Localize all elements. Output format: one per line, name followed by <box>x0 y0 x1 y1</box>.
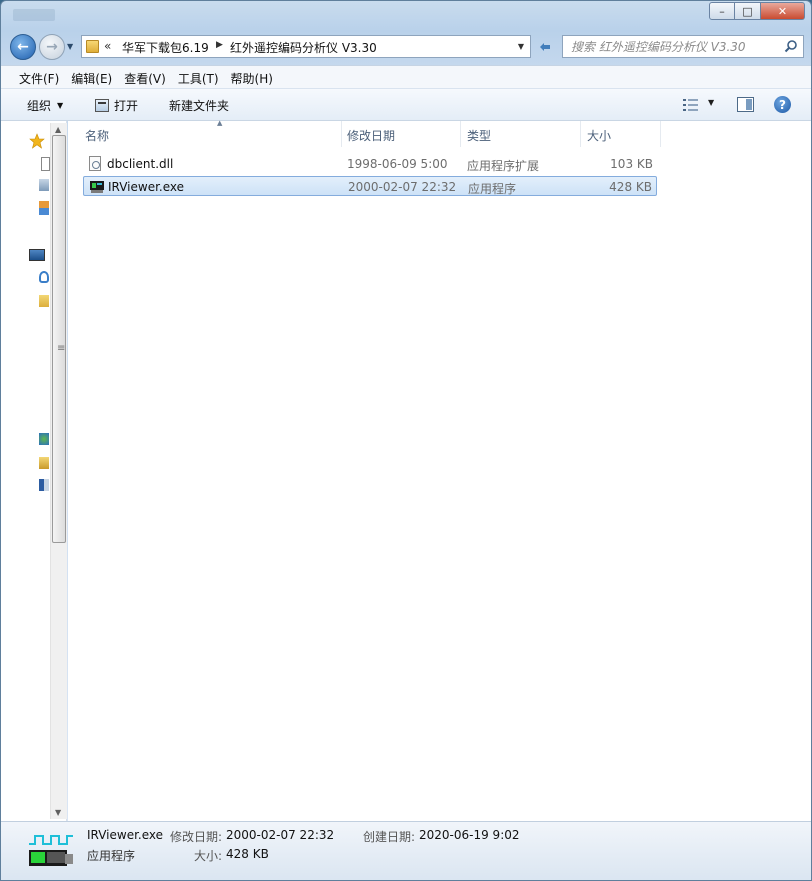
folder-icon[interactable] <box>39 457 49 469</box>
column-name-label: 名称 <box>85 129 110 143</box>
created-date-value: 2020-06-19 9:02 <box>419 828 520 842</box>
menu-help[interactable]: 帮助(H) <box>225 66 279 88</box>
selected-file-type: 应用程序 <box>87 849 136 863</box>
column-headers: 名称 ▲ 修改日期 类型 大小 <box>68 119 811 147</box>
breadcrumb-overflow[interactable]: « <box>104 39 111 53</box>
column-header-date[interactable]: 修改日期 <box>341 121 461 147</box>
back-button[interactable]: ← <box>10 34 36 60</box>
menu-edit[interactable]: 编辑(E) <box>65 66 118 88</box>
command-bar: 组织 ▼ 打开 新建文件夹 ▼ ? <box>1 89 811 121</box>
search-icon[interactable] <box>784 39 798 53</box>
refresh-button[interactable] <box>533 35 557 58</box>
window-controls: – □ ✕ <box>709 2 805 20</box>
scroll-down-icon[interactable]: ▼ <box>55 808 61 817</box>
modified-date-label: 修改日期: <box>170 830 223 844</box>
preview-pane-icon[interactable] <box>737 97 754 112</box>
scroll-grip-icon: ≡ <box>57 343 66 354</box>
minimize-button[interactable]: – <box>709 2 735 20</box>
file-size: 428 KB <box>609 180 652 194</box>
organize-label: 组织 <box>27 99 52 113</box>
navigation-scrollbar[interactable]: ▲ ≡ ▼ <box>50 123 67 819</box>
views-dropdown-icon[interactable]: ▼ <box>708 98 714 107</box>
file-size: 103 KB <box>610 157 653 171</box>
scroll-up-icon[interactable]: ▲ <box>55 125 61 134</box>
homegroup-icon[interactable] <box>39 433 49 445</box>
search-box[interactable] <box>562 35 804 58</box>
organize-button[interactable]: 组织 ▼ <box>27 97 63 114</box>
cloud-drive-icon[interactable] <box>39 271 49 283</box>
maximize-button[interactable]: □ <box>735 2 761 20</box>
help-icon[interactable]: ? <box>774 96 791 113</box>
file-type: 应用程序扩展 <box>467 159 540 173</box>
modified-date-value: 2000-02-07 22:32 <box>226 828 335 842</box>
selected-file-name: IRViewer.exe <box>87 828 164 842</box>
file-row[interactable]: dbclient.dll 1998-06-09 5:00 应用程序扩展 103 … <box>83 154 657 174</box>
new-folder-button[interactable]: 新建文件夹 <box>169 97 229 114</box>
scroll-thumb[interactable]: ≡ <box>52 135 66 543</box>
library-icon[interactable] <box>39 295 49 307</box>
address-dropdown-icon[interactable]: ▼ <box>518 42 524 51</box>
address-row: ← → ▼ « 华军下载包6.19 ▶ 红外遥控编码分析仪 V3.30 ▼ <box>1 31 811 63</box>
file-list[interactable]: 名称 ▲ 修改日期 类型 大小 dbclient.dll 1998-06-09 … <box>68 119 811 821</box>
close-button[interactable]: ✕ <box>761 2 805 20</box>
refresh-icon <box>540 42 550 51</box>
size-value: 428 KB <box>226 847 269 861</box>
file-row-selected[interactable]: IRViewer.exe 2000-02-07 22:32 应用程序 428 K… <box>83 176 657 196</box>
network-icon[interactable] <box>39 479 49 491</box>
window-title-placeholder <box>13 9 55 21</box>
favorites-star-icon[interactable] <box>29 133 45 149</box>
desktop-icon[interactable] <box>41 157 50 171</box>
recent-pages-dropdown[interactable]: ▼ <box>67 42 73 51</box>
breadcrumb-item[interactable]: 华军下载包6.19 <box>122 39 209 56</box>
created-date-label: 创建日期: <box>363 830 416 844</box>
size-label: 大小: <box>194 849 223 863</box>
downloads-icon[interactable] <box>39 179 49 191</box>
title-bar[interactable]: – □ ✕ <box>1 1 811 29</box>
forward-button[interactable]: → <box>39 34 65 60</box>
menu-bar: 文件(F) 编辑(E) 查看(V) 工具(T) 帮助(H) <box>1 65 811 89</box>
menu-tools[interactable]: 工具(T) <box>172 66 225 88</box>
menu-view[interactable]: 查看(V) <box>118 66 172 88</box>
ir-viewer-app-icon <box>29 835 73 866</box>
column-header-name[interactable]: 名称 ▲ <box>79 119 342 147</box>
new-folder-label: 新建文件夹 <box>169 99 230 113</box>
column-header-size[interactable]: 大小 <box>581 121 661 147</box>
open-icon <box>95 99 109 112</box>
breadcrumb-item[interactable]: 红外遥控编码分析仪 V3.30 <box>230 39 377 56</box>
file-date: 2000-02-07 22:32 <box>348 180 457 194</box>
exe-file-icon <box>90 181 104 193</box>
menu-file[interactable]: 文件(F) <box>13 66 65 88</box>
details-pane: IRViewer.exe 应用程序 修改日期: 2000-02-07 22:32… <box>1 821 811 880</box>
open-label: 打开 <box>114 99 139 113</box>
folder-icon <box>86 40 99 53</box>
dll-file-icon <box>89 156 101 171</box>
search-input[interactable] <box>563 36 779 57</box>
explorer-window: – □ ✕ ← → ▼ « 华军下载包6.19 ▶ 红外遥控编码分析仪 V3.3… <box>0 0 812 881</box>
column-header-type[interactable]: 类型 <box>461 121 581 147</box>
address-bar[interactable]: « 华军下载包6.19 ▶ 红外遥控编码分析仪 V3.30 ▼ <box>81 35 531 58</box>
sort-ascending-icon: ▲ <box>217 119 223 127</box>
open-button[interactable]: 打开 <box>95 97 138 114</box>
views-icon[interactable] <box>683 98 699 112</box>
file-name: dbclient.dll <box>107 157 174 171</box>
file-date: 1998-06-09 5:00 <box>347 157 448 171</box>
chevron-down-icon: ▼ <box>57 101 64 110</box>
file-type: 应用程序 <box>468 182 517 196</box>
breadcrumb-separator-icon[interactable]: ▶ <box>216 40 223 50</box>
recent-places-icon[interactable] <box>39 201 49 215</box>
file-name: IRViewer.exe <box>108 180 185 194</box>
computer-icon[interactable] <box>29 249 45 261</box>
